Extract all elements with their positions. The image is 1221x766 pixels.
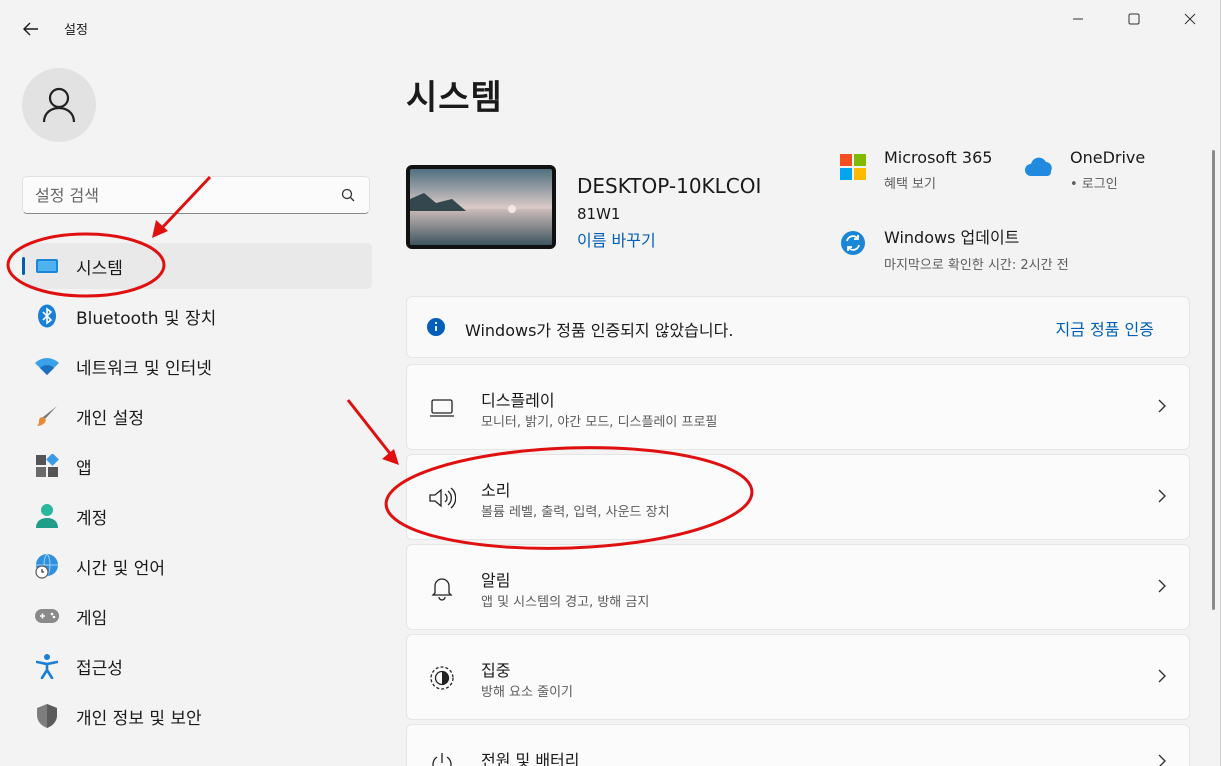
chevron-right-icon	[1158, 754, 1166, 766]
sidebar-item-system[interactable]: 시스템	[22, 243, 372, 289]
sidebar-item-label: 시간 및 언어	[76, 558, 166, 579]
onedrive-title: OneDrive	[1070, 148, 1146, 167]
windows-update-icon	[838, 228, 868, 258]
system-icon	[34, 253, 60, 279]
settings-card-notifications[interactable]: 알림 앱 및 시스템의 경고, 방해 금지	[406, 544, 1190, 630]
bluetooth-icon	[34, 303, 60, 329]
power-icon	[427, 749, 457, 766]
paintbrush-icon	[34, 403, 60, 429]
settings-card-display[interactable]: 디스플레이 모니터, 밝기, 야간 모드, 디스플레이 프로필	[406, 364, 1190, 450]
display-icon	[427, 393, 457, 423]
sidebar-item-accounts[interactable]: 계정	[22, 493, 372, 539]
device-wallpaper-thumbnail	[406, 165, 556, 249]
card-title: 소리	[481, 481, 511, 500]
sidebar-item-label: 네트워크 및 인터넷	[76, 358, 212, 379]
back-button[interactable]	[14, 14, 48, 44]
microsoft-logo-icon	[838, 152, 868, 182]
windows-update-tile[interactable]: Windows 업데이트 마지막으로 확인한 시간: 2시간 전	[838, 224, 1069, 273]
device-model: 81W1	[577, 205, 621, 223]
title-bar: 설정	[0, 0, 1221, 56]
sidebar-item-accessibility[interactable]: 접근성	[22, 643, 372, 689]
apps-icon	[34, 453, 60, 479]
device-name: DESKTOP-10KLCOI	[577, 174, 762, 198]
settings-card-focus[interactable]: 집중 방해 요소 줄이기	[406, 634, 1190, 720]
sidebar-item-label: 게임	[76, 608, 108, 629]
chevron-right-icon	[1158, 579, 1166, 593]
sidebar-nav: 시스템 Bluetooth 및 장치 네트워크 및 인터넷 개인 설정 앱 계정…	[22, 243, 372, 743]
sidebar-item-apps[interactable]: 앱	[22, 443, 372, 489]
onedrive-tile[interactable]: OneDrive • 로그인	[1024, 148, 1145, 192]
gamepad-icon	[34, 603, 60, 629]
microsoft-365-subtitle: 혜택 보기	[884, 177, 936, 192]
maximize-button[interactable]	[1111, 6, 1157, 32]
shield-icon	[34, 703, 60, 729]
account-icon	[34, 503, 60, 529]
sidebar-item-gaming[interactable]: 게임	[22, 593, 372, 639]
sidebar-item-label: 시스템	[76, 258, 123, 279]
card-title: 알림	[481, 571, 511, 590]
search-icon[interactable]	[341, 188, 355, 202]
activation-banner: Windows가 정품 인증되지 않았습니다. 지금 정품 인증	[406, 296, 1190, 358]
card-subtitle: 앱 및 시스템의 경고, 방해 금지	[481, 595, 650, 610]
chevron-right-icon	[1158, 399, 1166, 413]
sidebar-item-label: Bluetooth 및 장치	[76, 308, 217, 329]
card-subtitle: 볼륨 레벨, 출력, 입력, 사운드 장치	[481, 505, 670, 520]
windows-update-subtitle: 마지막으로 확인한 시간: 2시간 전	[884, 258, 1069, 273]
activation-message: Windows가 정품 인증되지 않았습니다.	[465, 321, 734, 340]
settings-card-power[interactable]: 전원 및 배터리	[406, 724, 1190, 766]
rename-link[interactable]: 이름 바꾸기	[577, 227, 656, 251]
page-title: 시스템	[406, 78, 503, 118]
wifi-icon	[34, 353, 60, 379]
card-title: 디스플레이	[481, 391, 555, 410]
sidebar-item-label: 앱	[76, 458, 92, 479]
close-icon	[1184, 13, 1196, 25]
settings-card-sound[interactable]: 소리 볼륨 레벨, 출력, 입력, 사운드 장치	[406, 454, 1190, 540]
microsoft-365-tile[interactable]: Microsoft 365 혜택 보기	[838, 148, 992, 192]
app-title: 설정	[64, 23, 88, 38]
sidebar-item-label: 개인 정보 및 보안	[76, 708, 202, 729]
sidebar-item-label: 개인 설정	[76, 408, 144, 429]
chevron-right-icon	[1158, 489, 1166, 503]
sidebar-item-bluetooth[interactable]: Bluetooth 및 장치	[22, 293, 372, 339]
sidebar-item-personalization[interactable]: 개인 설정	[22, 393, 372, 439]
onedrive-cloud-icon	[1024, 152, 1054, 182]
sidebar-item-label: 접근성	[76, 658, 123, 679]
windows-update-title: Windows 업데이트	[884, 228, 1020, 247]
avatar[interactable]	[22, 68, 96, 142]
search-input[interactable]	[35, 183, 335, 207]
info-icon	[427, 318, 445, 336]
card-title: 집중	[481, 661, 511, 680]
minimize-button[interactable]	[1055, 6, 1101, 32]
bell-icon	[427, 573, 457, 603]
card-title: 전원 및 배터리	[481, 751, 580, 766]
globe-clock-icon	[34, 553, 60, 579]
sidebar-item-label: 계정	[76, 508, 108, 529]
onedrive-subtitle: • 로그인	[1070, 177, 1118, 192]
minimize-icon	[1073, 18, 1083, 20]
activate-now-button[interactable]: 지금 정품 인증	[1056, 316, 1155, 340]
card-subtitle: 모니터, 밝기, 야간 모드, 디스플레이 프로필	[481, 415, 718, 430]
speaker-icon	[427, 483, 457, 513]
user-icon	[42, 87, 76, 123]
accessibility-icon	[34, 653, 60, 679]
sidebar-item-time-language[interactable]: 시간 및 언어	[22, 543, 372, 589]
chevron-right-icon	[1158, 669, 1166, 683]
back-arrow-icon	[23, 22, 38, 36]
card-subtitle: 방해 요소 줄이기	[481, 685, 573, 700]
close-button[interactable]	[1167, 6, 1213, 32]
settings-window: 설정 시스템 Bluetooth 및 장치	[0, 0, 1221, 766]
sidebar-item-privacy[interactable]: 개인 정보 및 보안	[22, 693, 372, 739]
microsoft-365-title: Microsoft 365	[884, 148, 993, 167]
search-box[interactable]	[22, 176, 370, 214]
scrollbar[interactable]	[1212, 150, 1215, 610]
focus-icon	[427, 663, 457, 693]
sidebar-item-network[interactable]: 네트워크 및 인터넷	[22, 343, 372, 389]
maximize-icon	[1128, 13, 1140, 25]
